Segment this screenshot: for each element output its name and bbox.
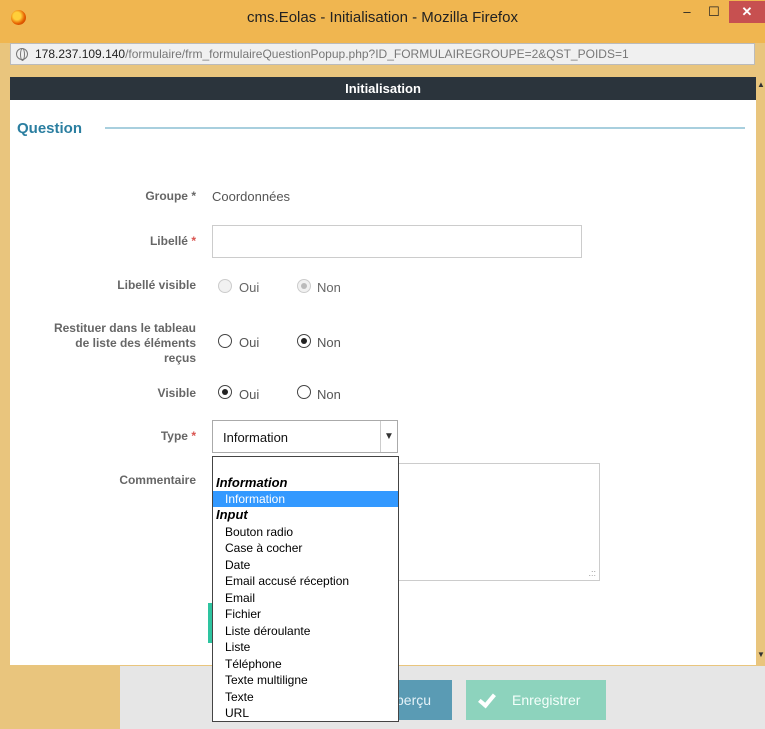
dropdown-option[interactable]: Texte multiligne: [213, 672, 398, 688]
dropdown-group-input: Input: [216, 507, 248, 522]
close-button[interactable]: ✕: [729, 1, 765, 23]
dropdown-option[interactable]: Fichier: [213, 606, 398, 622]
window-titlebar: cms.Eolas - Initialisation - Mozilla Fir…: [0, 0, 765, 43]
scroll-down-arrow-icon[interactable]: ▼: [757, 650, 765, 659]
groupe-label: Groupe *: [145, 189, 196, 203]
groupe-value: Coordonnées: [212, 189, 291, 204]
restituer-non-label: Non: [317, 335, 341, 350]
libelle-visible-oui-label: Oui: [239, 280, 260, 295]
window-title: cms.Eolas - Initialisation - Mozilla Fir…: [247, 9, 518, 26]
type-dropdown-list[interactable]: Information Information Input Bouton rad…: [212, 456, 399, 722]
libelle-label: Libellé *: [149, 234, 196, 248]
url-text[interactable]: 178.237.109.140/formulaire/frm_formulair…: [35, 47, 629, 61]
restituer-non-radio[interactable]: [297, 334, 311, 348]
visible-non-label: Non: [317, 387, 341, 402]
restituer-oui-radio[interactable]: [218, 334, 232, 348]
visible-non-radio[interactable]: [297, 385, 311, 399]
libelle-input[interactable]: [212, 225, 582, 258]
minimize-button[interactable]: –: [673, 1, 701, 23]
visible-oui-label: Oui: [239, 387, 260, 402]
scroll-up-arrow-icon[interactable]: ▲: [757, 80, 765, 89]
dropdown-option[interactable]: Bouton radio: [213, 524, 398, 540]
dropdown-option-information[interactable]: Information: [213, 491, 398, 507]
type-label: Type *: [160, 429, 196, 443]
libelle-visible-non-radio[interactable]: [297, 279, 311, 293]
visible-label: Visible: [157, 386, 196, 400]
libelle-visible-oui-radio[interactable]: [218, 279, 232, 293]
dropdown-option[interactable]: Texte: [213, 689, 398, 705]
dropdown-group-information: Information: [216, 475, 288, 490]
url-host: 178.237.109.140: [35, 47, 126, 61]
chevron-down-icon[interactable]: ▼: [380, 421, 397, 452]
libelle-visible-non-label: Non: [317, 280, 341, 295]
dropdown-option[interactable]: Email accusé réception: [213, 573, 398, 589]
enregistrer-button[interactable]: Enregistrer: [466, 680, 606, 720]
section-divider: [105, 127, 745, 129]
commentaire-label: Commentaire: [119, 473, 196, 487]
url-path: /formulaire/frm_formulaireQuestionPopup.…: [125, 47, 629, 61]
section-title: Question: [17, 120, 83, 137]
maximize-button[interactable]: ☐: [701, 1, 727, 23]
visible-oui-radio[interactable]: [218, 385, 232, 399]
dropdown-option[interactable]: URL: [213, 705, 398, 721]
enregistrer-label: Enregistrer: [512, 692, 581, 708]
dropdown-option[interactable]: Liste: [213, 639, 398, 655]
globe-icon: [16, 48, 28, 61]
url-bar[interactable]: 178.237.109.140/formulaire/frm_formulair…: [10, 43, 755, 65]
dialog-header: Initialisation: [10, 77, 756, 100]
dropdown-option[interactable]: Email: [213, 590, 398, 606]
resize-grip-icon[interactable]: .::: [588, 568, 596, 578]
dropdown-option[interactable]: Case à cocher: [213, 540, 398, 556]
type-select[interactable]: Information ▼: [212, 420, 398, 453]
dropdown-option[interactable]: Date: [213, 557, 398, 573]
commentaire-textarea[interactable]: .::: [395, 463, 600, 581]
type-select-value: Information: [223, 430, 289, 445]
dropdown-option[interactable]: Liste déroulante: [213, 623, 398, 639]
restituer-oui-label: Oui: [239, 335, 260, 350]
dropdown-option[interactable]: Téléphone: [213, 656, 398, 672]
restituer-label: Restituer dans le tableau de liste des é…: [53, 321, 196, 365]
check-icon: [478, 689, 496, 709]
libelle-visible-label: Libellé visible: [117, 278, 196, 292]
